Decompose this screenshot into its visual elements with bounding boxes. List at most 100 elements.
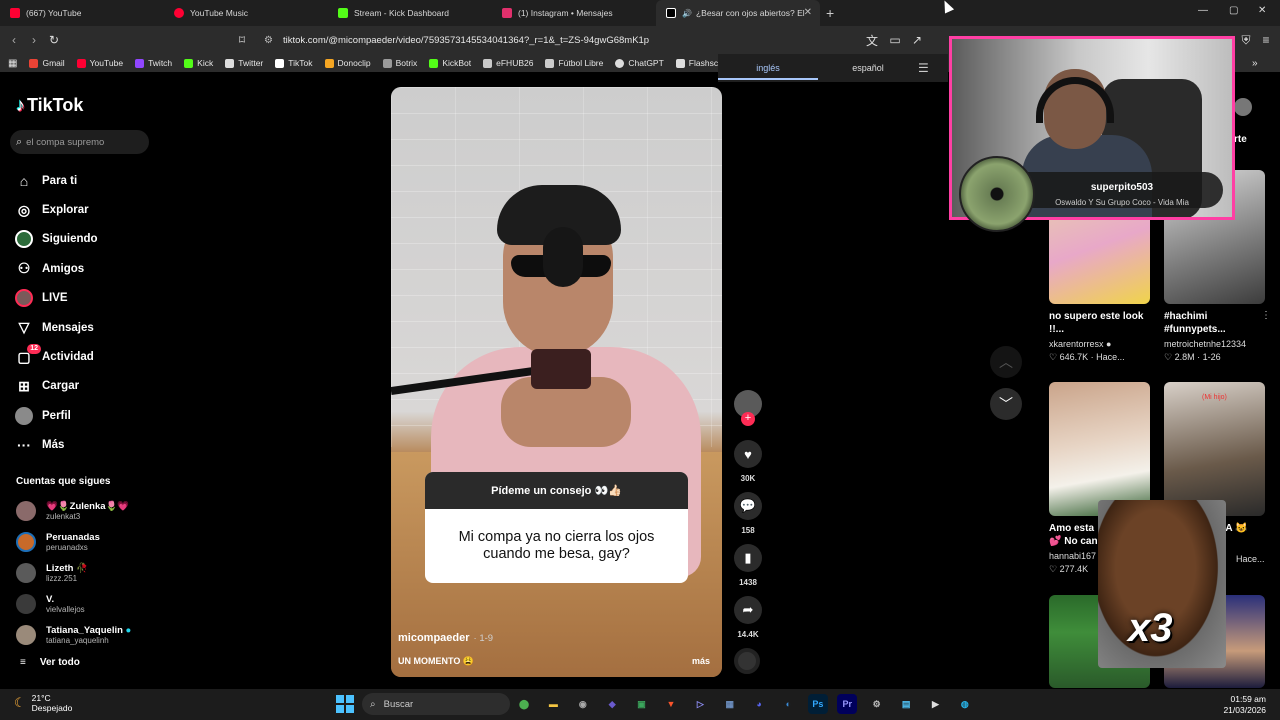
window-close-icon[interactable]: ✕	[1258, 5, 1266, 16]
more-options-icon[interactable]: ⋮	[1261, 310, 1271, 321]
share-icon[interactable]: ↗	[907, 33, 927, 47]
system-clock[interactable]: 01:59 am 21/03/2026	[1223, 694, 1266, 716]
bookmark-icon[interactable]: ⌑	[232, 33, 252, 47]
taskbar-search[interactable]: ⌕ Buscar	[362, 693, 510, 715]
next-video-button[interactable]: ﹀	[990, 388, 1022, 420]
back-icon[interactable]: ‹	[4, 33, 24, 47]
video-author[interactable]: micompaeder · 1-9	[398, 632, 493, 644]
follow-plus-icon[interactable]: +	[741, 412, 755, 426]
maximize-icon[interactable]: ▢	[1229, 5, 1238, 16]
bookmark-icon[interactable]: ▮	[734, 544, 762, 572]
sidebar-item-siguiendo[interactable]: Siguiendo	[14, 225, 154, 254]
chrome-icon[interactable]: ◉	[573, 694, 593, 714]
new-tab-icon[interactable]: +	[826, 5, 834, 21]
youtube-music-icon	[174, 8, 184, 18]
tab-tiktok-active[interactable]: 🔊 ¿Besar con ojos abiertos? El c ✕	[656, 0, 820, 26]
sidebar-item-cargar[interactable]: ⊞ Cargar	[14, 372, 154, 401]
author-avatar[interactable]: +	[734, 390, 762, 426]
photoshop-icon[interactable]: Ps	[807, 694, 828, 714]
bookmark-kickbot[interactable]: KickBot	[429, 58, 471, 68]
media-icon[interactable]: ▷	[690, 694, 710, 714]
app-icon-2[interactable]: ▣	[632, 694, 652, 714]
caption-more-link[interactable]: más	[692, 656, 710, 666]
sidebar-item-mas[interactable]: ··· Más	[14, 431, 154, 460]
music-disc-icon[interactable]	[734, 648, 760, 674]
previous-video-button[interactable]: ︿	[990, 346, 1022, 378]
settings-icon[interactable]: ⚙	[867, 694, 887, 714]
tab-kick-dashboard[interactable]: Stream - Kick Dashboard	[328, 0, 492, 26]
comment-icon[interactable]: 💬	[734, 492, 762, 520]
player-icon[interactable]: ▶	[925, 694, 945, 714]
weather-widget[interactable]: ☾ 21°C Despejado	[14, 693, 72, 713]
like-action[interactable]: ♥ 30K	[734, 440, 762, 490]
bookmark-chatgpt[interactable]: ChatGPT	[615, 58, 664, 68]
brave-shield-icon[interactable]: ⛨	[1236, 33, 1256, 48]
following-account[interactable]: V. vielvallejos	[16, 588, 156, 619]
forward-icon[interactable]: ›	[24, 33, 44, 47]
sidebar-item-live[interactable]: LIVE	[14, 284, 154, 313]
cast-icon[interactable]: ▭	[885, 33, 905, 47]
brave-icon[interactable]: ▼	[661, 694, 681, 714]
tab-youtube[interactable]: (667) YouTube	[0, 0, 164, 26]
bookmark-twitch[interactable]: Twitch	[135, 58, 172, 68]
upload-avatar[interactable]	[1234, 98, 1252, 116]
address-bar[interactable]: ⚙ tiktok.com/@micompaeder/video/75935731…	[256, 29, 946, 51]
file-explorer-icon[interactable]: ▬	[543, 694, 563, 714]
video-player[interactable]	[391, 87, 722, 677]
translate-lang-to[interactable]: español	[818, 63, 918, 73]
share-arrow-icon[interactable]: ➦	[734, 596, 762, 624]
bookmark-label: Fútbol Libre	[558, 58, 604, 68]
menu-icon[interactable]: ≡	[1256, 33, 1276, 47]
comment-action[interactable]: 💬 158	[734, 492, 762, 542]
notepad-icon[interactable]: ▤	[896, 694, 916, 714]
heart-icon[interactable]: ♥	[734, 440, 762, 468]
edge-icon[interactable]: ◍	[955, 694, 975, 714]
sidebar-item-para-ti[interactable]: ⌂ Para ti	[14, 166, 154, 195]
sidebar-item-mensajes[interactable]: ▽ Mensajes	[14, 313, 154, 342]
translate-lang-from[interactable]: inglés	[718, 63, 818, 80]
sidebar-item-amigos[interactable]: ⚇ Amigos	[14, 254, 154, 283]
bookmark-tiktok[interactable]: TikTok	[275, 58, 313, 68]
following-account[interactable]: Tatiana_Yaquelin ● tatiana_yaquelinh	[16, 619, 156, 650]
following-account[interactable]: Lizeth 🥀 lizzz.251	[16, 558, 156, 589]
bookmark-twitter[interactable]: Twitter	[225, 58, 263, 68]
following-account[interactable]: Peruanadas peruanadxs	[16, 527, 156, 558]
sidebar-item-perfil[interactable]: Perfil	[14, 401, 154, 430]
sidebar-item-actividad[interactable]: ▢ 12 Actividad	[14, 342, 154, 371]
apps-icon[interactable]: ▦	[8, 58, 17, 69]
copilot-icon[interactable]: ⬤	[514, 694, 534, 714]
bookmark-futbol-libre[interactable]: Fútbol Libre	[545, 58, 603, 68]
bookmark-botrix[interactable]: Botrix	[382, 58, 417, 68]
tab-youtube-music[interactable]: YouTube Music	[164, 0, 328, 26]
tiktok-logo[interactable]: ♪ TikTok	[16, 95, 83, 116]
site-settings-icon[interactable]: ⚙	[264, 35, 273, 46]
bookmark-youtube[interactable]: YouTube	[76, 58, 123, 68]
discord-icon[interactable]: ◕	[749, 694, 769, 714]
share-action[interactable]: ➦ 14.4K	[734, 596, 762, 646]
translate-icon[interactable]: 文	[862, 32, 882, 49]
save-action[interactable]: ▮ 1438	[734, 544, 762, 594]
reload-icon[interactable]: ↻	[44, 33, 64, 47]
bookmark-donoclip[interactable]: Donoclip	[324, 58, 371, 68]
calculator-icon[interactable]: ▦	[720, 694, 740, 714]
minimize-icon[interactable]: —	[1198, 5, 1208, 16]
bookmark-kick[interactable]: Kick	[184, 58, 213, 68]
translate-menu-icon[interactable]: ☰	[918, 61, 929, 75]
see-all-button[interactable]: ≡ Ver todo	[20, 657, 80, 668]
more-bookmarks-icon[interactable]: »	[1252, 58, 1258, 69]
app-icon[interactable]: ◆	[602, 694, 622, 714]
speaker-icon[interactable]: 🔊	[682, 9, 692, 18]
premiere-icon[interactable]: Pr	[837, 694, 858, 714]
bookmark-label: KickBot	[442, 58, 472, 68]
sidebar-item-explorar[interactable]: ◎ Explorar	[14, 195, 154, 224]
following-account[interactable]: 💗🌷Zulenka🌷💗 zulenkat3	[16, 496, 156, 527]
avatar	[16, 562, 36, 583]
close-icon[interactable]: ✕	[804, 7, 812, 18]
bookmark-label: Twitter	[238, 58, 264, 68]
bookmark-gmail[interactable]: Gmail	[29, 58, 65, 68]
bookmark-efhub[interactable]: eFHUB26	[483, 58, 533, 68]
windows-start-icon[interactable]	[336, 695, 354, 713]
steam-icon[interactable]: ◐	[779, 694, 799, 714]
tab-instagram[interactable]: (1) Instagram • Mensajes	[492, 0, 656, 26]
search-input[interactable]: ⌕ el compa supremo	[10, 130, 149, 154]
